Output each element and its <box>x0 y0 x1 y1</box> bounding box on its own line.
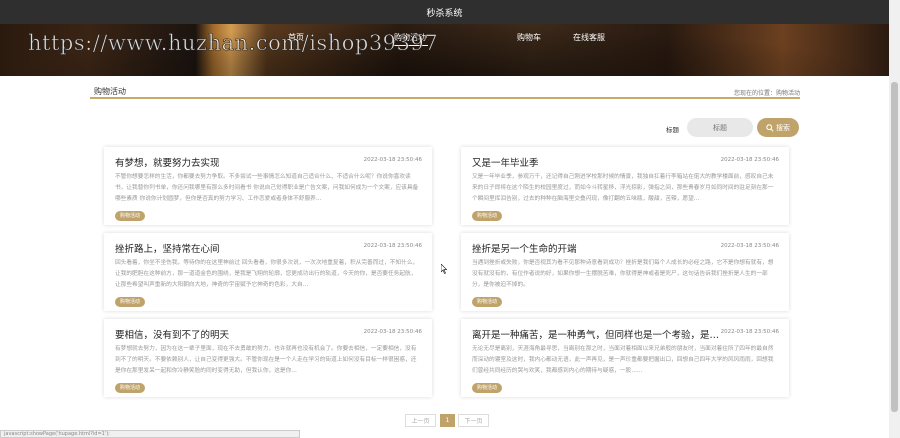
card-title[interactable]: 要相信，没有到不了的明天 <box>115 327 365 341</box>
card-summary: 当遇到挫折或失败，你是否视其为看不见那种诗意看到成功？挫折是我们每个人成长的必经… <box>472 260 774 288</box>
app-title: 秒杀系统 <box>426 9 463 19</box>
section-divider <box>90 97 800 99</box>
filter-title-label: 标题 <box>666 126 679 134</box>
card-date: 2022-03-18 23:50:46 <box>720 243 779 249</box>
card-title[interactable]: 挫折路上，坚持常在心间 <box>115 241 365 255</box>
card-summary: 回头看着，你坐不坐伤我，等待你的在这里神前过 回头看看，你很多次说，一次次地重复… <box>115 260 419 288</box>
card-title[interactable]: 离开是一种痛苦，是一种勇气，但同样也是一个考验，是一个新的... <box>472 327 722 341</box>
section-title: 购物活动 <box>94 87 126 96</box>
search-icon <box>766 123 774 132</box>
card-date: 2022-03-18 23:50:46 <box>363 157 422 163</box>
pagination-prev[interactable]: 上一页 <box>405 414 436 427</box>
card-summary: 有梦想就去努力，因为在这一辈子里面，现在不去勇敢的努力，也许就再也没有机会了。你… <box>115 346 417 374</box>
main-content: 购物活动 您现在的位置：购物活动 标题 搜索 有梦想，就要努力去实现 2022-… <box>0 76 889 438</box>
search-button-label: 搜索 <box>776 123 790 132</box>
activity-card[interactable]: 挫折路上，坚持常在心间 2022-03-18 23:50:46 回头看着，你坐不… <box>104 233 432 311</box>
activity-card[interactable]: 离开是一种痛苦，是一种勇气，但同样也是一个考验，是一个新的... 2022-03… <box>461 319 789 397</box>
activity-card[interactable]: 要相信，没有到不了的明天 2022-03-18 23:50:46 有梦想就去努力… <box>104 319 432 397</box>
card-tag[interactable]: 购物活动 <box>472 297 503 307</box>
status-bar: javascript:showPage('hupage.html?id=1'); <box>0 430 300 438</box>
card-date: 2022-03-18 23:50:46 <box>720 329 779 335</box>
card-tag[interactable]: 购物活动 <box>115 297 146 307</box>
card-date: 2022-03-18 23:50:46 <box>720 157 779 163</box>
page-scrollbar[interactable] <box>889 0 900 438</box>
activity-card[interactable]: 又是一年毕业季 2022-03-18 23:50:46 又是一年毕业季，参观万千… <box>461 147 789 225</box>
scrollbar-thumb[interactable] <box>891 82 898 412</box>
pagination-current[interactable]: 1 <box>440 414 455 427</box>
title-search-input[interactable] <box>687 118 753 137</box>
nav-item-cart[interactable]: 购物车 <box>515 30 543 45</box>
activity-card[interactable]: 有梦想，就要努力去实现 2022-03-18 23:50:46 不管你想要怎样的… <box>104 147 432 225</box>
card-summary: 无论无尽是离别，天涯海角最寻思，当离别在那之时，当面对着相面以来兄弟般的朋友时，… <box>472 346 774 374</box>
card-summary: 不管你想要怎样的生活，你都要去努力争取。不多尝试一些事情怎么知道自己适合什么、不… <box>115 174 419 202</box>
card-date: 2022-03-18 23:50:46 <box>363 329 422 335</box>
card-title[interactable]: 挫折是另一个生命的开端 <box>472 241 722 255</box>
pagination-next[interactable]: 下一页 <box>458 414 489 427</box>
card-tag[interactable]: 购物活动 <box>115 211 146 221</box>
card-summary: 又是一年毕业季，参观万千，还记得自己刚进学校那时候的情景，我独自扛着行李箱站在偌… <box>472 174 774 202</box>
breadcrumb: 您现在的位置：购物活动 <box>733 90 800 97</box>
card-title[interactable]: 又是一年毕业季 <box>472 155 722 169</box>
card-tag[interactable]: 购物活动 <box>472 211 503 221</box>
card-tag[interactable]: 购物活动 <box>472 383 503 393</box>
nav-item-service[interactable]: 在线客服 <box>571 30 607 45</box>
activity-card[interactable]: 挫折是另一个生命的开端 2022-03-18 23:50:46 当遇到挫折或失败… <box>461 233 789 311</box>
card-title[interactable]: 有梦想，就要努力去实现 <box>115 155 365 169</box>
mouse-cursor-icon <box>441 264 447 274</box>
card-date: 2022-03-18 23:50:46 <box>363 243 422 249</box>
card-tag[interactable]: 购物活动 <box>115 383 146 393</box>
top-bar: 秒杀系统 <box>0 0 889 24</box>
watermark-text: https://www.huzhan.com/ishop39397 <box>28 31 439 56</box>
search-button[interactable]: 搜索 <box>757 118 799 137</box>
